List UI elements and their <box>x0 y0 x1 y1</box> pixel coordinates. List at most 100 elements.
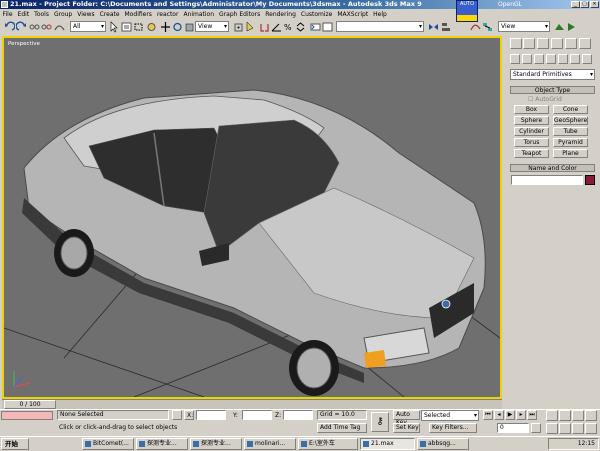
tube-button[interactable]: Tube <box>553 127 588 136</box>
arc-rotate-icon[interactable] <box>572 422 584 434</box>
display-tab-icon[interactable] <box>565 38 577 49</box>
shapes-icon[interactable] <box>522 54 532 64</box>
previous-frame-icon[interactable]: ◂ <box>494 410 504 420</box>
menu-help[interactable]: Help <box>371 11 390 18</box>
zoom-extents-all-icon[interactable] <box>585 410 597 421</box>
render-view-dropdown[interactable]: View <box>498 21 550 32</box>
menu-maxscript[interactable]: MAXScript <box>335 11 371 18</box>
y-coordinate-field[interactable] <box>242 410 272 420</box>
goto-end-icon[interactable]: ⏭ <box>527 410 537 420</box>
task-item[interactable]: molinari... <box>244 438 296 450</box>
rotate-icon[interactable] <box>172 21 183 33</box>
sphere-button[interactable]: Sphere <box>514 116 549 125</box>
next-frame-icon[interactable]: ▸ <box>516 410 526 420</box>
lock-selection-icon[interactable] <box>172 410 182 420</box>
undo-icon[interactable] <box>4 21 16 33</box>
redo-icon[interactable] <box>15 21 27 33</box>
schematic-view-icon[interactable] <box>482 21 493 33</box>
select-link-icon[interactable] <box>29 21 40 33</box>
system-tray-clock[interactable]: 12:15 <box>548 438 599 450</box>
angle-snap-icon[interactable] <box>271 21 282 33</box>
task-item[interactable]: E:\室外车 <box>298 438 358 450</box>
menu-rendering[interactable]: Rendering <box>263 11 299 18</box>
goto-start-icon[interactable]: ⏮ <box>483 410 493 420</box>
geometry-icon[interactable] <box>510 54 520 64</box>
close-button[interactable]: × <box>590 1 599 8</box>
field-of-view-icon[interactable] <box>546 422 558 434</box>
menu-animation[interactable]: Animation <box>181 11 217 18</box>
align-icon[interactable] <box>440 21 451 33</box>
pyramid-button[interactable]: Pyramid <box>553 138 588 147</box>
percent-snap-icon[interactable]: % <box>283 21 294 33</box>
set-key-button[interactable]: Set Key <box>393 423 420 433</box>
spacewarps-icon[interactable] <box>570 54 580 64</box>
motion-tab-icon[interactable] <box>551 38 563 49</box>
box-button[interactable]: Box <box>514 105 549 114</box>
minimize-button[interactable]: _ <box>571 1 580 8</box>
menu-customize[interactable]: Customize <box>298 11 335 18</box>
task-item[interactable]: abbsqg... <box>417 438 469 450</box>
hierarchy-tab-icon[interactable] <box>537 38 549 49</box>
lights-icon[interactable] <box>534 54 544 64</box>
systems-icon[interactable] <box>582 54 592 64</box>
primitive-category-dropdown[interactable]: Standard Primitives <box>510 69 595 80</box>
cylinder-button[interactable]: Cylinder <box>514 127 549 136</box>
maximize-button[interactable]: □ <box>580 1 589 8</box>
mirror-icon[interactable] <box>428 21 439 33</box>
scale-icon[interactable] <box>184 21 195 33</box>
reference-coordinate-dropdown[interactable]: View <box>195 21 229 32</box>
menu-graph-editors[interactable]: Graph Editors <box>217 11 263 18</box>
window-crossing-icon[interactable] <box>146 21 157 33</box>
menu-views[interactable]: Views <box>75 11 97 18</box>
edit-named-selection-icon[interactable] <box>322 21 333 33</box>
select-manipulate-icon[interactable] <box>245 21 256 33</box>
quick-render-icon[interactable] <box>566 21 577 33</box>
add-time-tag-button[interactable]: Add Time Tag <box>317 423 367 433</box>
named-selection-dropdown[interactable] <box>336 21 424 32</box>
spinner-snap-icon[interactable] <box>295 21 306 33</box>
task-item[interactable]: 探测专业... <box>190 438 242 450</box>
unlink-icon[interactable] <box>41 21 52 33</box>
menu-file[interactable]: File <box>0 11 15 18</box>
helpers-icon[interactable] <box>558 54 568 64</box>
task-item[interactable]: 探测专业... <box>136 438 188 450</box>
car-model[interactable] <box>22 89 486 396</box>
time-slider[interactable]: 0 / 100 <box>4 400 56 409</box>
menu-group[interactable]: Group <box>51 11 74 18</box>
play-icon[interactable]: ▶ <box>505 410 515 420</box>
pivot-center-icon[interactable] <box>233 21 244 33</box>
object-name-field[interactable] <box>511 175 583 185</box>
modify-tab-icon[interactable] <box>523 38 535 49</box>
menu-reactor[interactable]: reactor <box>154 11 181 18</box>
zoom-all-icon[interactable] <box>559 410 571 421</box>
torus-button[interactable]: Torus <box>514 138 549 147</box>
menu-modifiers[interactable]: Modifiers <box>122 11 154 18</box>
geosphere-button[interactable]: GeoSphere <box>553 116 588 125</box>
zoom-extents-icon[interactable] <box>572 410 584 421</box>
cone-button[interactable]: Cone <box>553 105 588 114</box>
menu-tools[interactable]: Tools <box>32 11 52 18</box>
time-configuration-icon[interactable] <box>531 423 541 433</box>
perspective-viewport[interactable]: Perspective <box>2 36 502 399</box>
rectangular-selection-icon[interactable] <box>133 21 144 33</box>
menu-edit[interactable]: Edit <box>15 11 32 18</box>
task-item-active[interactable]: 21.max <box>360 438 415 450</box>
select-by-name-icon[interactable] <box>121 21 132 33</box>
menu-create[interactable]: Create <box>97 11 122 18</box>
teapot-button[interactable]: Teapot <box>514 149 549 158</box>
object-type-rollout[interactable]: Object Type <box>510 86 595 94</box>
move-icon[interactable] <box>160 21 171 33</box>
create-tab-icon[interactable] <box>510 38 522 49</box>
maxscript-listener-mini[interactable] <box>1 411 53 420</box>
key-mode-dropdown[interactable]: Selected <box>421 410 479 421</box>
object-color-swatch[interactable] <box>585 175 595 185</box>
pan-icon[interactable] <box>559 422 571 434</box>
start-button[interactable]: 开始 <box>1 438 29 450</box>
current-frame-field[interactable]: 0 <box>497 423 529 433</box>
task-item[interactable]: BitComet(... <box>82 438 134 450</box>
snaps-toggle-icon[interactable] <box>259 21 270 33</box>
render-scene-icon[interactable] <box>554 21 565 33</box>
plane-button[interactable]: Plane <box>553 149 588 158</box>
z-coordinate-field[interactable] <box>283 410 313 420</box>
selection-filter-dropdown[interactable]: All <box>70 21 106 32</box>
